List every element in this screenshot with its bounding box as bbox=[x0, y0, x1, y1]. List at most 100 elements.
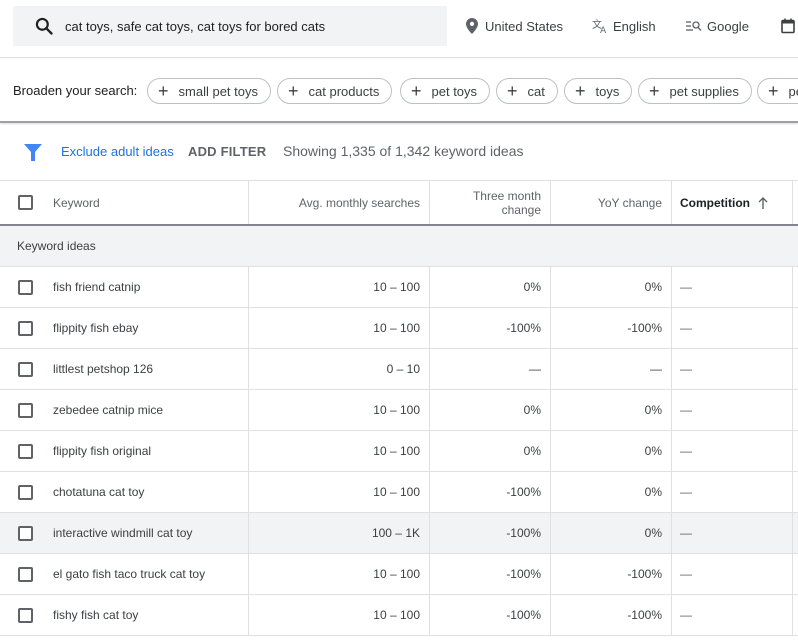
chip-label: pet toys bbox=[431, 83, 478, 99]
table-row[interactable]: chotatuna cat toy 10 – 100 -100% 0% — bbox=[0, 472, 798, 513]
group-header-keyword-ideas: Keyword ideas bbox=[0, 226, 798, 267]
keyword-text: flippity fish ebay bbox=[53, 321, 139, 335]
sort-ascending-icon[interactable] bbox=[758, 196, 768, 209]
three-month-change-cell: -100% bbox=[430, 595, 551, 635]
three-month-change-cell: 0% bbox=[430, 267, 551, 307]
row-checkbox[interactable] bbox=[18, 607, 33, 623]
row-checkbox[interactable] bbox=[18, 525, 33, 541]
yoy-change-cell: -100% bbox=[551, 554, 672, 594]
date-range-selector[interactable] bbox=[780, 16, 798, 36]
column-header-competition[interactable]: Competition bbox=[672, 181, 793, 224]
calendar-icon bbox=[780, 18, 796, 34]
keyword-cell: fishy fish cat toy bbox=[0, 595, 249, 635]
keyword-cell: el gato fish taco truck cat toy bbox=[0, 554, 249, 594]
three-month-change-cell: — bbox=[430, 349, 551, 389]
keyword-cell: flippity fish original bbox=[0, 431, 249, 471]
add-filter-button[interactable]: ADD FILTER bbox=[188, 144, 266, 159]
table-row[interactable]: interactive windmill cat toy 100 – 1K -1… bbox=[0, 513, 798, 554]
column-header-avg-monthly-searches[interactable]: Avg. monthly searches bbox=[249, 181, 430, 224]
three-month-value: -100% bbox=[506, 608, 541, 622]
table-row[interactable]: flippity fish original 10 – 100 0% 0% — bbox=[0, 431, 798, 472]
avg-monthly-searches-cell: 0 – 10 bbox=[249, 349, 430, 389]
table-row[interactable]: fishy fish cat toy 10 – 100 -100% -100% … bbox=[0, 595, 798, 636]
broaden-chip[interactable]: + small pet toys bbox=[147, 78, 271, 104]
yoy-change-cell: 0% bbox=[551, 431, 672, 471]
yoy-value: 0% bbox=[644, 280, 662, 294]
row-checkbox[interactable] bbox=[18, 484, 33, 500]
chip-label: toys bbox=[595, 83, 620, 99]
exclude-adult-ideas-filter[interactable]: Exclude adult ideas bbox=[61, 144, 174, 159]
row-checkbox[interactable] bbox=[18, 443, 33, 459]
column-header-yoy-change[interactable]: YoY change bbox=[551, 181, 672, 224]
yoy-change-cell: — bbox=[551, 349, 672, 389]
keyword-cell: zebedee catnip mice bbox=[0, 390, 249, 430]
broaden-chip[interactable]: + toys bbox=[564, 78, 633, 104]
yoy-change-cell: -100% bbox=[551, 595, 672, 635]
keyword-cell: chotatuna cat toy bbox=[0, 472, 249, 512]
yoy-value: 0% bbox=[644, 444, 662, 458]
location-selector[interactable]: United States bbox=[464, 16, 563, 36]
row-checkbox[interactable] bbox=[18, 566, 33, 582]
avg-monthly-searches-cell: 10 – 100 bbox=[249, 267, 430, 307]
broaden-chip[interactable]: + cat bbox=[496, 78, 558, 104]
network-label: Google bbox=[707, 18, 749, 34]
header-label: Competition bbox=[680, 195, 750, 210]
filter-icon[interactable] bbox=[24, 144, 42, 161]
plus-icon: + bbox=[158, 81, 169, 101]
broaden-chip[interactable]: + pet toys bbox=[400, 78, 491, 104]
translate-icon: 文A bbox=[592, 18, 608, 34]
three-month-value: 0% bbox=[523, 403, 541, 417]
three-month-value: 0% bbox=[523, 444, 541, 458]
avg-monthly-value: 10 – 100 bbox=[373, 444, 420, 458]
language-selector[interactable]: 文A English bbox=[592, 16, 656, 36]
three-month-value: 0% bbox=[523, 280, 541, 294]
keyword-cell: interactive windmill cat toy bbox=[0, 513, 249, 553]
yoy-value: 0% bbox=[644, 485, 662, 499]
table-row[interactable]: flippity fish ebay 10 – 100 -100% -100% … bbox=[0, 308, 798, 349]
keyword-cell: flippity fish ebay bbox=[0, 308, 249, 348]
avg-monthly-value: 0 – 10 bbox=[386, 362, 420, 376]
avg-monthly-value: 100 – 1K bbox=[371, 526, 420, 540]
broaden-chip[interactable]: + pet bbox=[757, 78, 798, 104]
three-month-change-cell: 0% bbox=[430, 431, 551, 471]
table-row[interactable]: littlest petshop 126 0 – 10 — — — bbox=[0, 349, 798, 390]
filter-bar: Exclude adult ideas ADD FILTER Showing 1… bbox=[0, 125, 798, 180]
yoy-change-cell: 0% bbox=[551, 267, 672, 307]
table-header: Keyword Avg. monthly searches Three mont… bbox=[0, 180, 798, 226]
three-month-value: -100% bbox=[506, 526, 541, 540]
competition-value: — bbox=[680, 280, 692, 294]
keyword-search-input[interactable]: cat toys, safe cat toys, cat toys for bo… bbox=[13, 6, 447, 46]
avg-monthly-value: 10 – 100 bbox=[373, 321, 420, 335]
competition-value: — bbox=[680, 567, 692, 581]
broaden-chip[interactable]: + pet supplies bbox=[638, 78, 752, 104]
search-network-selector[interactable]: Google bbox=[686, 16, 749, 36]
keyword-text: flippity fish original bbox=[53, 444, 152, 458]
row-checkbox[interactable] bbox=[18, 361, 33, 377]
table-row[interactable]: zebedee catnip mice 10 – 100 0% 0% — bbox=[0, 390, 798, 431]
yoy-value: -100% bbox=[627, 608, 662, 622]
table-row[interactable]: el gato fish taco truck cat toy 10 – 100… bbox=[0, 554, 798, 595]
row-checkbox[interactable] bbox=[18, 279, 33, 295]
broaden-chip[interactable]: + cat products bbox=[277, 78, 393, 104]
keyword-text: el gato fish taco truck cat toy bbox=[53, 567, 206, 581]
yoy-change-cell: -100% bbox=[551, 308, 672, 348]
plus-icon: + bbox=[411, 81, 422, 101]
competition-value: — bbox=[680, 444, 692, 458]
location-label: United States bbox=[485, 18, 564, 34]
yoy-value: -100% bbox=[627, 567, 662, 581]
competition-value: — bbox=[680, 403, 692, 417]
competition-cell: — bbox=[672, 349, 793, 389]
avg-monthly-searches-cell: 10 – 100 bbox=[249, 472, 430, 512]
three-month-value: -100% bbox=[506, 485, 541, 499]
select-all-checkbox[interactable] bbox=[18, 195, 33, 210]
table-row[interactable]: fish friend catnip 10 – 100 0% 0% — bbox=[0, 267, 798, 308]
row-checkbox[interactable] bbox=[18, 402, 33, 418]
row-checkbox[interactable] bbox=[18, 320, 33, 336]
competition-cell: — bbox=[672, 308, 793, 348]
column-header-three-month-change[interactable]: Three month change bbox=[430, 181, 551, 224]
column-header-keyword[interactable]: Keyword bbox=[0, 181, 249, 224]
avg-monthly-value: 10 – 100 bbox=[373, 567, 420, 581]
avg-monthly-searches-cell: 10 – 100 bbox=[249, 595, 430, 635]
keyword-text: interactive windmill cat toy bbox=[53, 526, 193, 540]
three-month-change-cell: 0% bbox=[430, 390, 551, 430]
